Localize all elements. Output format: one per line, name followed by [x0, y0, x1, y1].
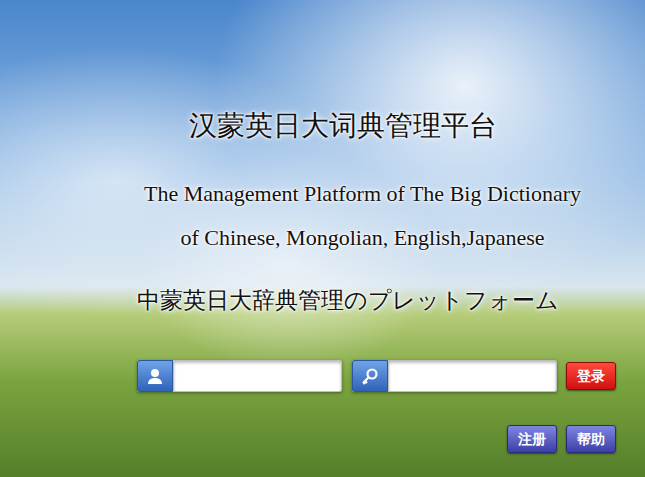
password-input[interactable]: [388, 360, 557, 392]
login-form: 登录: [0, 360, 645, 392]
username-field: [137, 360, 342, 392]
footer-buttons: 注册帮助: [0, 425, 645, 453]
japanese-subtitle: 中蒙英日大辞典管理のプレットフォーム: [0, 280, 645, 320]
register-button[interactable]: 注册: [507, 425, 557, 453]
password-field: [352, 360, 557, 392]
user-icon: [137, 360, 173, 392]
key-icon: [352, 360, 388, 392]
english-subtitle: The Management Platform of The Big Dicti…: [0, 172, 645, 260]
login-button[interactable]: 登录: [566, 362, 616, 390]
page-title: 汉蒙英日大词典管理平台: [0, 106, 645, 146]
help-button[interactable]: 帮助: [566, 425, 616, 453]
login-page: 汉蒙英日大词典管理平台 The Management Platform of Th…: [0, 0, 645, 477]
subtitle-line: of Chinese, Mongolian, English,Japanese: [180, 216, 544, 260]
username-input[interactable]: [173, 360, 342, 392]
subtitle-line: The Management Platform of The Big Dicti…: [144, 172, 581, 216]
